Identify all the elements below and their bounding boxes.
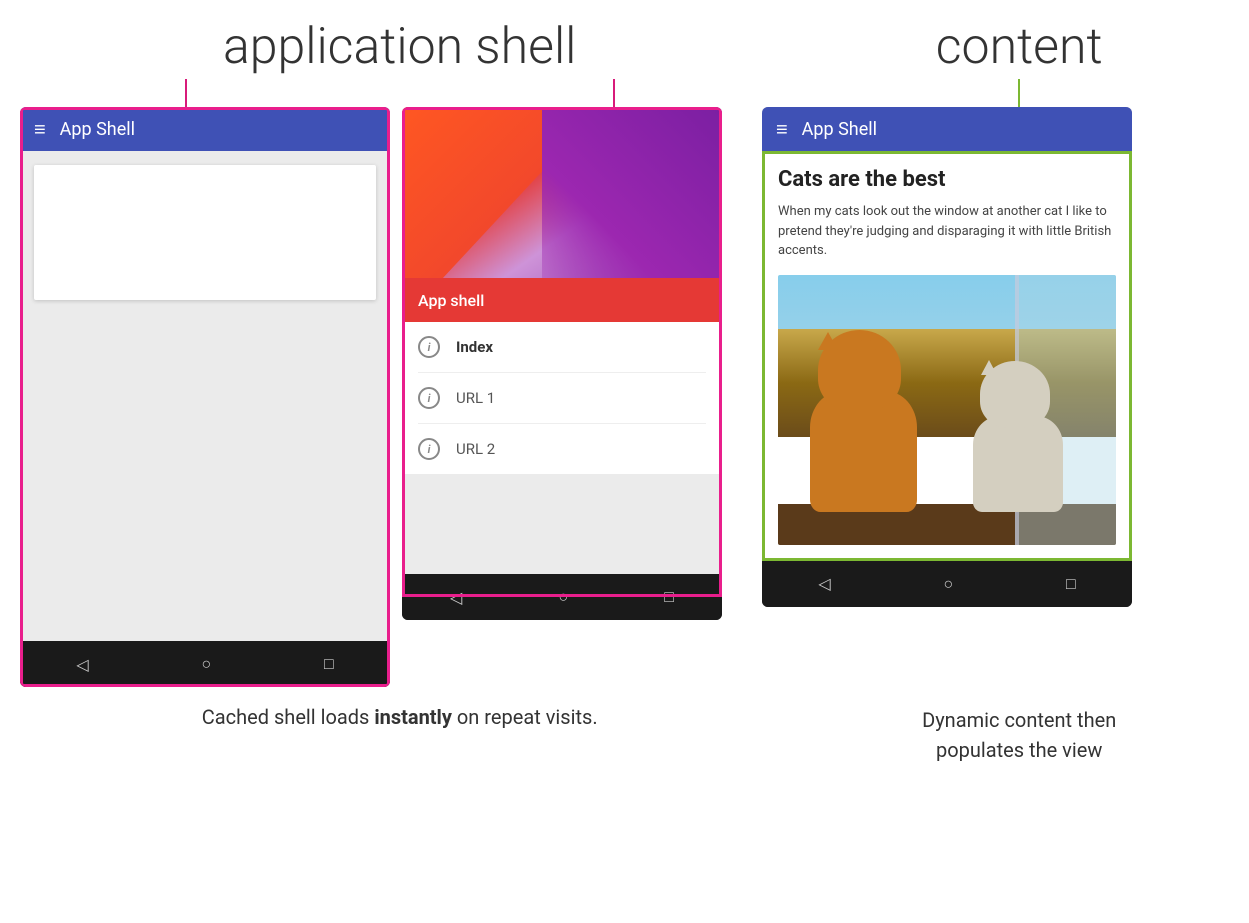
left-connector-line [185, 79, 187, 107]
index-label: Index [456, 338, 493, 356]
right-connector-line [613, 79, 615, 107]
hamburger-icon-left: ≡ [34, 117, 46, 142]
right-caption: Dynamic content then populates the view [922, 705, 1116, 765]
right-phone: ≡ App Shell Cats are the best When my ca… [762, 107, 1132, 607]
home-button-left[interactable]: ○ [201, 654, 211, 674]
middle-phone: App shell i Index i URL 1 [402, 107, 722, 620]
left-caption: Cached shell loads instantly on repeat v… [202, 705, 598, 729]
home-button-right[interactable]: ○ [943, 574, 953, 594]
cat-image [778, 275, 1116, 545]
instantly-bold: instantly [374, 705, 452, 729]
left-app-bar-title: App Shell [60, 119, 135, 140]
info-icon-3: i [418, 438, 440, 460]
right-content-area: Cats are the best When my cats look out … [762, 151, 1132, 561]
left-phone: ≡ App Shell ◁ ○ □ [20, 107, 390, 687]
colorful-header: App shell [402, 107, 722, 322]
content-title: Cats are the best [778, 167, 1116, 192]
hamburger-icon-right: ≡ [776, 117, 788, 142]
info-icon-2: i [418, 387, 440, 409]
nav-items: i Index i URL 1 i URL 2 [402, 322, 722, 474]
left-app-bar: ≡ App Shell [20, 107, 390, 151]
content-connector-line [1018, 79, 1020, 107]
url1-label: URL 1 [456, 389, 495, 407]
recent-button-right[interactable]: □ [1066, 574, 1076, 594]
left-content-box [34, 165, 376, 300]
recent-button-left[interactable]: □ [324, 654, 334, 674]
url2-label: URL 2 [456, 440, 495, 458]
app-shell-heading: application shell [223, 20, 576, 75]
info-icon-1: i [418, 336, 440, 358]
right-app-bar: ≡ App Shell [762, 107, 1132, 151]
back-button-right[interactable]: ◁ [818, 574, 830, 593]
back-button-middle[interactable]: ◁ [450, 588, 462, 607]
nav-item-index[interactable]: i Index [402, 322, 722, 372]
home-button-middle[interactable]: ○ [558, 587, 568, 607]
middle-bottom-nav: ◁ ○ □ [402, 574, 722, 620]
left-bottom-nav: ◁ ○ □ [20, 641, 390, 687]
app-shell-banner: App shell [402, 278, 722, 322]
nav-item-url1[interactable]: i URL 1 [402, 373, 722, 423]
content-text: When my cats look out the window at anot… [778, 202, 1116, 261]
right-bottom-nav: ◁ ○ □ [762, 561, 1132, 607]
content-heading: content [936, 20, 1103, 75]
back-button-left[interactable]: ◁ [76, 655, 88, 674]
right-app-bar-title: App Shell [802, 119, 877, 140]
recent-button-middle[interactable]: □ [664, 587, 674, 607]
nav-item-url2[interactable]: i URL 2 [402, 424, 722, 474]
